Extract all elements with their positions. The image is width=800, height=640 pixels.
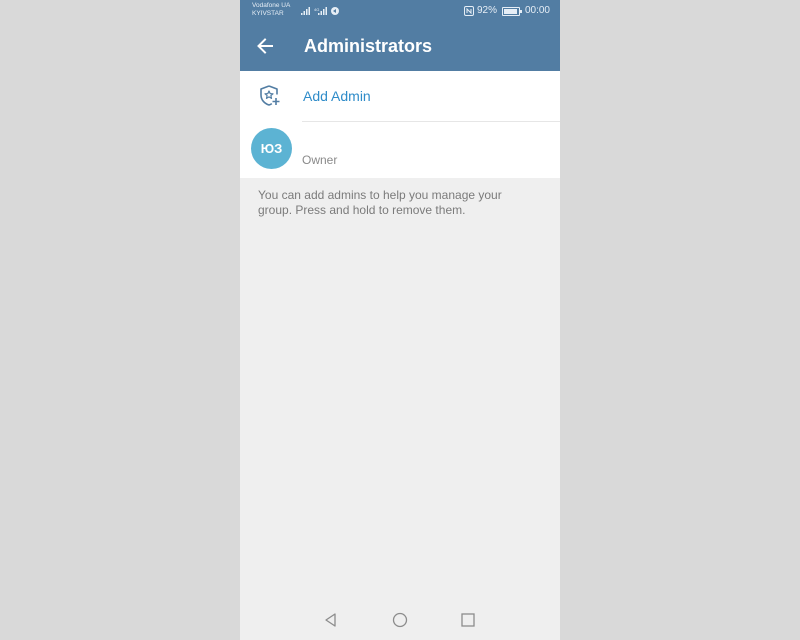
nav-back-button[interactable] bbox=[323, 612, 339, 628]
nav-recents-button[interactable] bbox=[460, 612, 476, 628]
add-admin-button[interactable]: Add Admin bbox=[240, 71, 560, 121]
shield-star-add-icon bbox=[260, 85, 280, 106]
back-triangle-icon bbox=[325, 613, 336, 627]
nav-home-button[interactable] bbox=[392, 612, 408, 628]
add-admin-label: Add Admin bbox=[303, 88, 371, 104]
phone-screen: Vodafone UA KYIVSTAR 4G 92% 00:00 Admini… bbox=[240, 0, 560, 640]
status-right: 92% 00:00 bbox=[463, 4, 550, 18]
recents-square-icon bbox=[461, 613, 475, 627]
back-button[interactable] bbox=[254, 35, 276, 57]
admins-list: Add Admin ЮЗ Owner bbox=[240, 71, 560, 178]
admin-list-item[interactable]: ЮЗ Owner bbox=[240, 122, 560, 178]
signal-icon: 4G bbox=[301, 7, 339, 15]
page-title: Administrators bbox=[304, 36, 433, 56]
system-nav-bar bbox=[240, 600, 560, 640]
home-circle-icon bbox=[392, 612, 408, 628]
clock: 00:00 bbox=[524, 5, 550, 16]
status-bar: Vodafone UA KYIVSTAR 4G 92% 00:00 bbox=[240, 0, 560, 22]
arrow-left-icon bbox=[257, 38, 273, 54]
info-text: You can add admins to help you manage yo… bbox=[258, 188, 502, 217]
svg-text:4G: 4G bbox=[314, 7, 319, 12]
avatar: ЮЗ bbox=[251, 128, 292, 169]
battery-icon bbox=[501, 6, 522, 16]
nfc-icon bbox=[463, 6, 474, 16]
carrier-info: Vodafone UA KYIVSTAR bbox=[252, 2, 290, 18]
admin-role-label: Owner bbox=[302, 153, 338, 167]
action-bar: Administrators bbox=[240, 22, 560, 71]
battery-percent: 92% bbox=[476, 5, 497, 16]
carrier-primary: Vodafone UA bbox=[252, 2, 291, 9]
carrier-secondary: KYIVSTAR bbox=[252, 10, 284, 17]
